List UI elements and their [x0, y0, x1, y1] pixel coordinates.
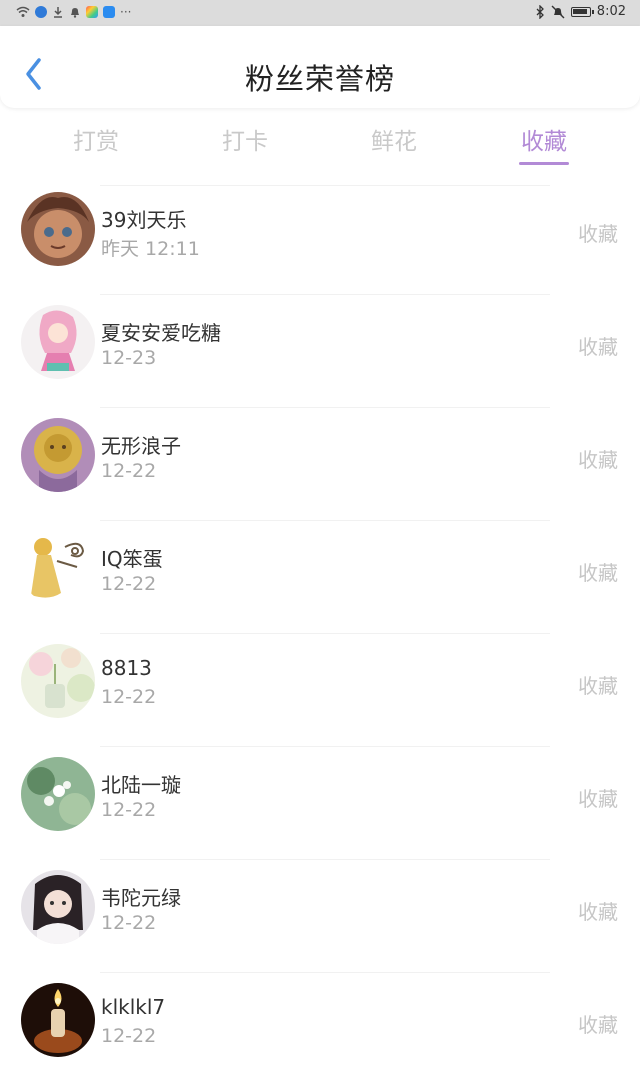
fan-name: 北陆一璇 [101, 773, 181, 797]
avatar[interactable] [21, 644, 95, 718]
favorite-action-label: 收藏 [578, 222, 618, 246]
favorite-action-label: 收藏 [578, 900, 618, 924]
fan-time: 12-22 [101, 912, 157, 934]
list-item[interactable]: 39刘天乐 昨天 12:11 收藏 [0, 185, 640, 298]
more-icon: ··· [120, 5, 132, 19]
app-icon [86, 6, 98, 18]
status-left-icons: ··· [16, 5, 131, 19]
list-item[interactable]: IQ笨蛋 12-22 收藏 [0, 524, 640, 637]
favorite-action-label: 收藏 [578, 787, 618, 811]
list-divider [100, 972, 550, 973]
notification-bell-icon [71, 8, 79, 18]
list-divider [100, 407, 550, 408]
page-title: 粉丝荣誉榜 [244, 62, 395, 96]
fan-name: klklkl7 [101, 995, 166, 1019]
fan-name: 韦陀元绿 [101, 886, 181, 910]
fan-time: 昨天 12:11 [101, 238, 200, 260]
tab-flowers[interactable]: 鲜花 [334, 122, 454, 156]
fan-time: 12-22 [101, 799, 157, 821]
list-item[interactable]: 无形浪子 12-22 收藏 [0, 411, 640, 524]
avatar[interactable] [21, 983, 95, 1057]
avatar[interactable] [21, 192, 95, 266]
fan-time: 12-22 [101, 573, 157, 595]
list-item[interactable]: 韦陀元绿 12-22 收藏 [0, 863, 640, 976]
fan-time: 12-22 [101, 1025, 157, 1047]
avatar[interactable] [21, 305, 95, 379]
fan-name: 无形浪子 [101, 434, 181, 458]
download-icon [54, 7, 62, 18]
battery-icon [570, 6, 594, 17]
favorite-action-label: 收藏 [578, 335, 618, 359]
avatar[interactable] [21, 870, 95, 944]
fan-time: 12-23 [101, 347, 157, 369]
bluetooth-icon [536, 4, 544, 19]
fan-time: 12-22 [101, 460, 157, 482]
fan-name: IQ笨蛋 [101, 547, 163, 571]
fan-name: 夏安安爱吃糖 [101, 321, 221, 345]
wifi-icon [16, 6, 30, 17]
favorite-action-label: 收藏 [578, 1013, 618, 1037]
favorite-action-label: 收藏 [578, 561, 618, 585]
fan-name: 8813 [101, 656, 152, 680]
app-icon [103, 6, 115, 18]
status-bar: ··· 8:02 [0, 0, 640, 26]
avatar[interactable] [21, 531, 95, 605]
list-divider [100, 746, 550, 747]
favorite-action-label: 收藏 [578, 448, 618, 472]
page-header: 粉丝荣誉榜 [0, 26, 640, 108]
fan-name: 39刘天乐 [101, 208, 187, 232]
status-time: 8:02 [596, 4, 626, 19]
location-icon [35, 6, 47, 18]
list-divider [100, 859, 550, 860]
status-right-icons: 8:02 [535, 4, 626, 19]
tab-bar: 打赏 打卡 鲜花 收藏 [0, 110, 640, 170]
list-divider [100, 520, 550, 521]
mute-icon [551, 5, 565, 18]
list-divider [100, 294, 550, 295]
avatar[interactable] [21, 757, 95, 831]
fan-time: 12-22 [101, 686, 157, 708]
list-item[interactable]: 8813 12-22 收藏 [0, 637, 640, 750]
favorite-action-label: 收藏 [578, 674, 618, 698]
active-tab-indicator [519, 162, 569, 165]
tab-checkin[interactable]: 打卡 [185, 122, 305, 156]
tab-favorites[interactable]: 收藏 [484, 122, 604, 156]
tab-reward[interactable]: 打赏 [36, 122, 156, 156]
list-item[interactable]: 夏安安爱吃糖 12-23 收藏 [0, 298, 640, 411]
list-item[interactable]: 北陆一璇 12-22 收藏 [0, 750, 640, 863]
avatar[interactable] [21, 418, 95, 492]
list-item[interactable]: klklkl7 12-22 收藏 [0, 976, 640, 1089]
list-divider [100, 633, 550, 634]
